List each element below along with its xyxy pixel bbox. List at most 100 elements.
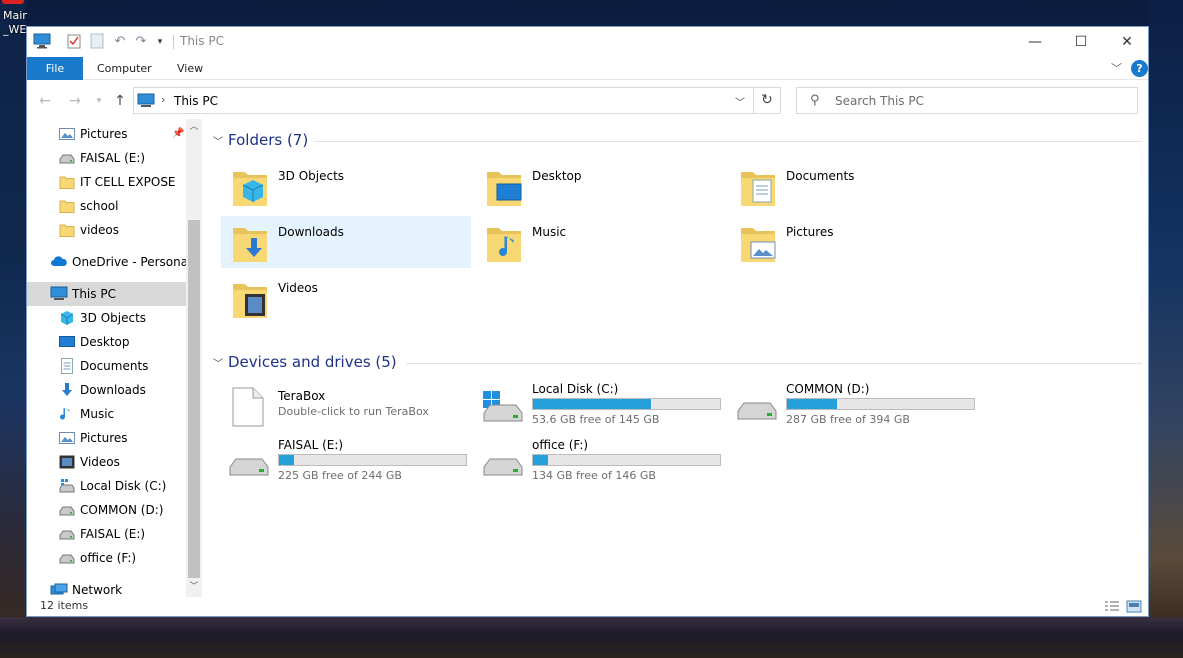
maximize-button[interactable]: ☐ [1058, 27, 1104, 57]
nav-item-label: IT CELL EXPOSE [80, 175, 176, 189]
drive-tile-f[interactable]: office (F:) 134 GB free of 146 GB [475, 437, 725, 489]
large-icons-view-icon[interactable] [1125, 599, 1143, 614]
folder-label: Desktop [532, 169, 582, 183]
music-icon [59, 406, 75, 422]
desktop-background-bottom [0, 617, 1183, 658]
nav-item-local-disk-c[interactable]: Local Disk (C:) [27, 474, 186, 498]
content-pane: ﹀ Folders (7) 3D Objects Desktop Documen… [209, 119, 1148, 597]
folders-group-title: Folders (7) [228, 131, 309, 149]
drive-usage-bar [532, 398, 721, 410]
scroll-down-icon[interactable]: ﹀ [186, 579, 202, 595]
drive-free-space: 287 GB free of 394 GB [786, 413, 910, 426]
tab-view[interactable]: View [163, 57, 217, 80]
nav-item-label: Downloads [80, 383, 146, 397]
nav-item-office-f[interactable]: office (F:) [27, 546, 186, 570]
desktop-icon-badge [2, 0, 24, 4]
music-folder-icon [485, 222, 523, 264]
expand-ribbon-icon[interactable]: ﹀ [1111, 60, 1122, 76]
scroll-thumb[interactable] [188, 220, 200, 578]
drive-tile-e[interactable]: FAISAL (E:) 225 GB free of 244 GB [221, 437, 471, 489]
nav-item-videos-quick[interactable]: videos [27, 218, 186, 242]
breadcrumb-this-pc[interactable]: This PC [174, 94, 218, 108]
nav-item-desktop[interactable]: Desktop [27, 330, 186, 354]
terabox-tile[interactable]: TeraBox Double-click to run TeraBox [221, 387, 471, 439]
nav-item-label: Music [80, 407, 115, 421]
folder-tile-videos[interactable]: Videos [221, 272, 471, 324]
nav-item-label: FAISAL (E:) [80, 151, 146, 165]
nav-item-onedrive[interactable]: OneDrive - Personal [27, 250, 191, 274]
nav-item-network[interactable]: Network [27, 578, 186, 597]
scroll-up-icon[interactable]: ︿ [186, 119, 202, 135]
back-button[interactable]: ← [35, 91, 55, 111]
folder-tile-3d-objects[interactable]: 3D Objects [221, 160, 471, 212]
folder-icon [59, 222, 75, 238]
window-title: This PC [180, 34, 224, 48]
address-dropdown-icon[interactable]: ﹀ [735, 94, 745, 109]
nav-item-faisal-e[interactable]: FAISAL (E:) [27, 522, 186, 546]
drive-tile-c[interactable]: Local Disk (C:) 53.6 GB free of 145 GB [475, 381, 725, 433]
nav-item-music[interactable]: Music [27, 402, 186, 426]
nav-item-label: This PC [72, 287, 116, 301]
nav-item-faisal-quick[interactable]: FAISAL (E:) [27, 146, 186, 170]
nav-item-documents[interactable]: Documents [27, 354, 186, 378]
folder-tile-music[interactable]: Music [475, 216, 725, 268]
drive-icon [481, 447, 525, 479]
pictures-icon [59, 126, 75, 142]
tab-computer[interactable]: Computer [83, 57, 166, 80]
documents-folder-icon [739, 166, 777, 208]
ribbon-tabs: File Computer View ﹀ ? [27, 57, 1148, 80]
nav-item-label: Documents [80, 359, 149, 373]
nav-item-school[interactable]: school [27, 194, 186, 218]
folders-group-header[interactable]: ﹀ Folders (7) [209, 129, 1142, 153]
address-bar[interactable]: › This PC ﹀ [133, 87, 754, 114]
nav-item-videos[interactable]: Videos [27, 450, 186, 474]
folder-label: Documents [786, 169, 855, 183]
nav-item-pictures-quick[interactable]: Pictures 📌 [27, 122, 186, 146]
pin-icon[interactable]: 📌 [172, 122, 184, 146]
search-input[interactable] [835, 92, 1125, 110]
this-pc-icon[interactable] [33, 33, 51, 51]
close-button[interactable]: ✕ [1104, 27, 1150, 57]
nav-item-this-pc[interactable]: This PC [27, 282, 186, 306]
forward-button[interactable]: → [65, 91, 85, 111]
customize-qat-icon[interactable]: ▾ [151, 33, 169, 51]
properties-icon[interactable] [65, 33, 83, 51]
nav-item-downloads[interactable]: Downloads [27, 378, 186, 402]
folder-tile-pictures[interactable]: Pictures [729, 216, 979, 268]
nav-scrollbar[interactable]: ︿ ﹀ [186, 119, 202, 597]
search-box[interactable]: ⚲ [796, 87, 1138, 114]
nav-item-3d-objects[interactable]: 3D Objects [27, 306, 186, 330]
nav-item-common-d[interactable]: COMMON (D:) [27, 498, 186, 522]
breadcrumb-separator-icon[interactable]: › [161, 93, 165, 106]
nav-item-label: COMMON (D:) [80, 503, 164, 517]
up-button[interactable]: ↑ [110, 91, 130, 111]
new-folder-icon[interactable] [88, 33, 106, 51]
pictures-icon [59, 430, 75, 446]
nav-item-it-cell-expose[interactable]: IT CELL EXPOSE [27, 170, 186, 194]
windows-drive-icon [59, 478, 75, 494]
folder-label: Music [532, 225, 567, 239]
nav-item-label: Local Disk (C:) [80, 479, 167, 493]
undo-icon[interactable]: ↶ [111, 33, 129, 51]
drives-group-header[interactable]: ﹀ Devices and drives (5) [209, 351, 1142, 375]
onedrive-cloud-icon [50, 254, 67, 270]
folder-tile-downloads[interactable]: Downloads [221, 216, 471, 268]
drive-tile-d[interactable]: COMMON (D:) 287 GB free of 394 GB [729, 381, 979, 433]
minimize-button[interactable]: — [1012, 27, 1058, 57]
details-view-icon[interactable] [1103, 599, 1121, 614]
tab-file[interactable]: File [27, 57, 83, 80]
folder-icon [59, 198, 75, 214]
title-bar: ↶ ↷ ▾ This PC — ☐ ✕ [27, 27, 1148, 57]
folder-tile-documents[interactable]: Documents [729, 160, 979, 212]
recent-locations-button[interactable]: ▾ [89, 91, 109, 111]
nav-item-label: Pictures [80, 431, 128, 445]
desktop-icon-label[interactable]: Main _WEP [3, 9, 27, 37]
redo-icon[interactable]: ↷ [132, 33, 150, 51]
folder-tile-desktop[interactable]: Desktop [475, 160, 725, 212]
drive-icon [59, 550, 75, 566]
help-button[interactable]: ? [1131, 60, 1148, 77]
refresh-button[interactable]: ↻ [754, 87, 781, 114]
collapse-chevron-icon[interactable]: ﹀ [213, 133, 223, 148]
nav-item-pictures[interactable]: Pictures [27, 426, 186, 450]
collapse-chevron-icon[interactable]: ﹀ [213, 355, 223, 370]
